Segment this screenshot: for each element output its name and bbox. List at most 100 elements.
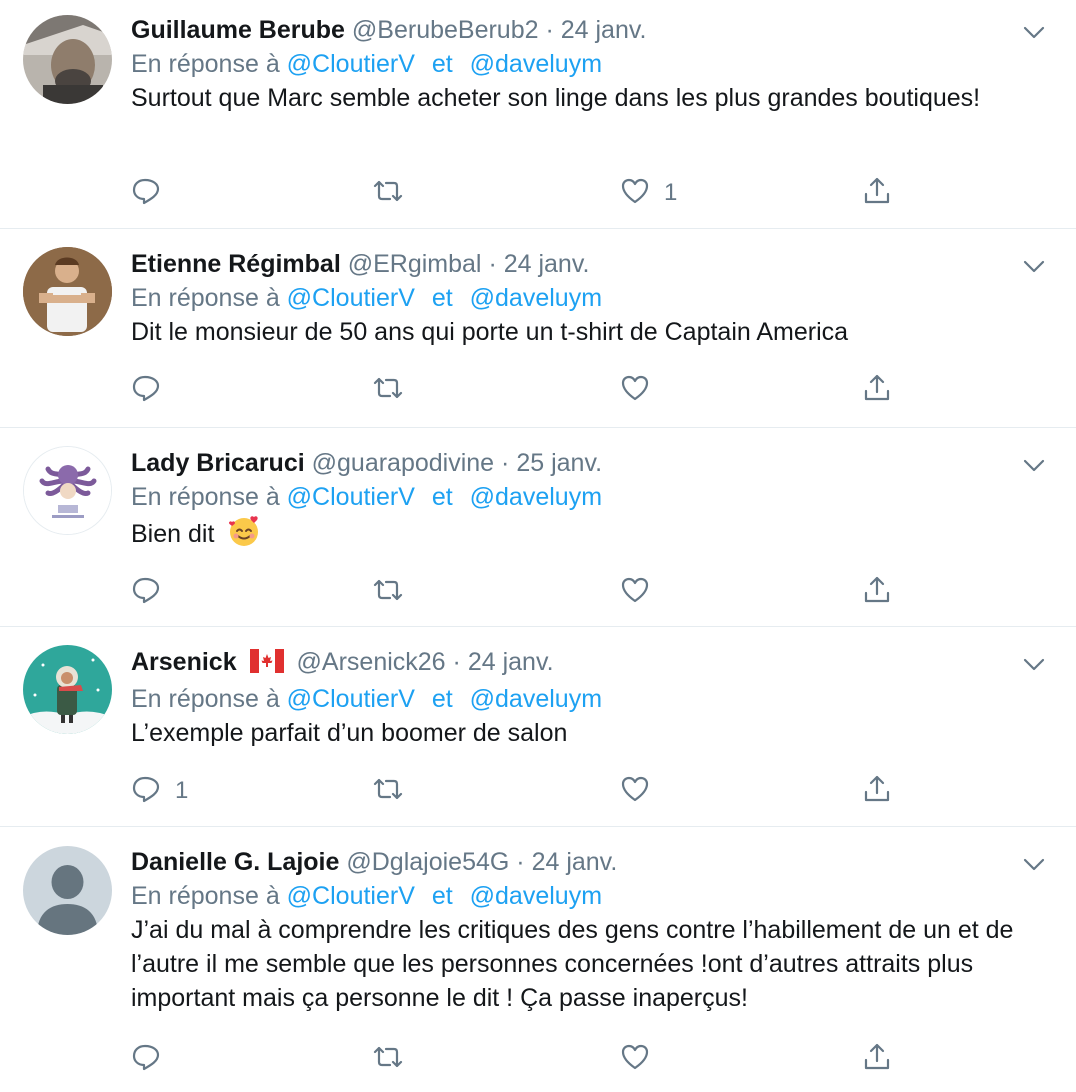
tweet-date[interactable]: 24 janv. — [468, 648, 554, 676]
author-name[interactable]: Guillaume Berube — [131, 16, 345, 44]
retweet-icon — [373, 373, 403, 408]
reply-join: et — [431, 882, 453, 910]
tweet-actions — [131, 575, 911, 609]
share-button[interactable] — [862, 774, 892, 808]
author-name[interactable]: Etienne Régimbal — [131, 250, 341, 278]
mention-link[interactable]: @daveluym — [470, 483, 602, 511]
avatar[interactable] — [23, 446, 112, 535]
reply-prefix: En réponse à — [131, 284, 280, 312]
reply-button[interactable] — [131, 575, 175, 609]
author-name[interactable]: Danielle G. Lajoie — [131, 848, 339, 876]
tweet-date[interactable]: 24 janv. — [532, 848, 618, 876]
like-button[interactable]: 1 — [620, 176, 677, 210]
tweet-date[interactable]: 25 janv. — [516, 449, 602, 477]
tweet-text: L’exemple parfait d’un boomer de salon — [131, 719, 568, 747]
reply-icon — [131, 774, 161, 809]
like-button[interactable] — [620, 1042, 664, 1076]
retweet-button[interactable] — [373, 575, 403, 609]
avatar[interactable] — [23, 645, 112, 734]
share-button[interactable] — [862, 373, 892, 407]
retweet-button[interactable] — [373, 1042, 403, 1076]
reply-button[interactable]: 1 — [131, 774, 188, 808]
reply-context: En réponse à @CloutierV et @daveluym — [131, 879, 1046, 913]
reply-icon — [131, 1042, 161, 1077]
heart-icon — [620, 774, 650, 809]
mention-link[interactable]: @daveluym — [470, 882, 602, 910]
mention-link[interactable]: @CloutierV — [287, 685, 415, 713]
chevron-down-icon[interactable] — [1022, 652, 1046, 676]
mention-link[interactable]: @CloutierV — [287, 284, 415, 312]
share-button[interactable] — [862, 1042, 892, 1076]
reply-join: et — [431, 284, 453, 312]
tweet[interactable]: Danielle G. Lajoie @Dglajoie54G · 24 jan… — [0, 827, 1076, 1092]
mention-link[interactable]: @daveluym — [470, 50, 602, 78]
separator-dot: · — [488, 250, 497, 278]
author-handle[interactable]: @Dglajoie54G — [346, 848, 509, 876]
heart-icon — [620, 176, 650, 211]
retweet-icon — [373, 1042, 403, 1077]
tweet-text: Dit le monsieur de 50 ans qui porte un t… — [131, 318, 849, 346]
author-handle[interactable]: @guarapodivine — [312, 449, 494, 477]
mention-link[interactable]: @daveluym — [470, 685, 602, 713]
mention-link[interactable]: @daveluym — [470, 284, 602, 312]
like-button[interactable] — [620, 373, 664, 407]
tweet-date[interactable]: 24 janv. — [561, 16, 647, 44]
retweet-button[interactable] — [373, 176, 403, 210]
share-icon — [862, 575, 892, 610]
reply-join: et — [431, 483, 453, 511]
reply-button[interactable] — [131, 1042, 175, 1076]
separator-dot: · — [545, 16, 554, 44]
chevron-down-icon[interactable] — [1022, 852, 1046, 876]
reply-context: En réponse à @CloutierV et @daveluym — [131, 47, 1046, 81]
chevron-down-icon[interactable] — [1022, 20, 1046, 44]
tweet[interactable]: Arsenick @Arsenick26 · 24 janv. En répon… — [0, 627, 1076, 827]
reply-count: 1 — [175, 777, 189, 804]
separator-dot: · — [501, 449, 510, 477]
like-button[interactable] — [620, 774, 664, 808]
reply-prefix: En réponse à — [131, 50, 280, 78]
reply-prefix: En réponse à — [131, 882, 280, 910]
author-handle[interactable]: @BerubeBerub2 — [352, 16, 539, 44]
author-handle[interactable]: @ERgimbal — [348, 250, 482, 278]
avatar[interactable] — [23, 247, 112, 336]
like-button[interactable] — [620, 575, 664, 609]
reply-context: En réponse à @CloutierV et @daveluym — [131, 281, 1046, 315]
reply-thread: Guillaume Berube @BerubeBerub2 · 24 janv… — [0, 0, 1076, 1092]
tweet[interactable]: Etienne Régimbal @ERgimbal · 24 janv. En… — [0, 229, 1076, 428]
chevron-down-icon[interactable] — [1022, 453, 1046, 477]
retweet-icon — [373, 176, 403, 211]
retweet-button[interactable] — [373, 373, 403, 407]
author-name[interactable]: Arsenick — [131, 648, 237, 676]
share-icon — [862, 774, 892, 809]
reply-icon — [131, 575, 161, 610]
reply-icon — [131, 176, 161, 211]
avatar[interactable] — [23, 15, 112, 104]
retweet-icon — [373, 575, 403, 610]
tweet-text: Surtout que Marc semble acheter son ling… — [131, 84, 981, 112]
share-icon — [862, 1042, 892, 1077]
avatar[interactable] — [23, 846, 112, 935]
retweet-button[interactable] — [373, 774, 403, 808]
share-button[interactable] — [862, 575, 892, 609]
smiling-face-with-hearts-icon — [227, 514, 261, 557]
mention-link[interactable]: @CloutierV — [287, 483, 415, 511]
mention-link[interactable]: @CloutierV — [287, 50, 415, 78]
tweet-actions: 1 — [131, 774, 911, 808]
tweet[interactable]: Lady Bricaruci @guarapodivine · 25 janv.… — [0, 428, 1076, 627]
heart-icon — [620, 1042, 650, 1077]
author-name[interactable]: Lady Bricaruci — [131, 449, 305, 477]
mention-link[interactable]: @CloutierV — [287, 882, 415, 910]
tweet-actions — [131, 1042, 911, 1076]
reply-button[interactable] — [131, 176, 175, 210]
tweet-date[interactable]: 24 janv. — [504, 250, 590, 278]
reply-prefix: En réponse à — [131, 685, 280, 713]
share-button[interactable] — [862, 176, 892, 210]
tweet[interactable]: Guillaume Berube @BerubeBerub2 · 24 janv… — [0, 0, 1076, 229]
author-handle[interactable]: @Arsenick26 — [297, 648, 446, 676]
reply-button[interactable] — [131, 373, 175, 407]
heart-icon — [620, 373, 650, 408]
chevron-down-icon[interactable] — [1022, 254, 1046, 278]
tweet-text: Bien dit — [131, 520, 215, 548]
retweet-icon — [373, 774, 403, 809]
reply-join: et — [431, 50, 453, 78]
